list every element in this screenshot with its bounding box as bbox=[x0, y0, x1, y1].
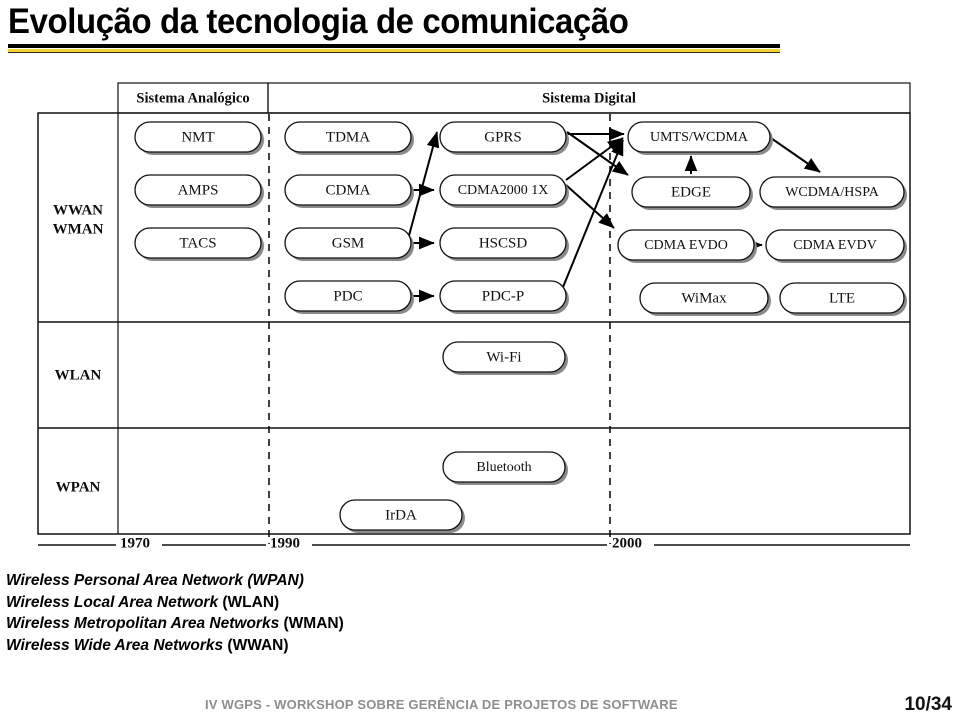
row-label-wpan: WPAN bbox=[56, 479, 101, 495]
node-tdma-label: TDMA bbox=[326, 129, 370, 145]
node-pdcp[interactable]: PDC-P bbox=[439, 280, 569, 314]
node-lte[interactable]: LTE bbox=[779, 282, 907, 316]
node-tacs[interactable]: TACS bbox=[134, 227, 264, 261]
acronym-legend: Wireless Personal Area Network (WPAN) Wi… bbox=[6, 570, 566, 656]
legend-line-wpan: Wireless Personal Area Network (WPAN) bbox=[6, 570, 566, 592]
row-label-wman: WMAN bbox=[53, 221, 104, 237]
divider-black-bar bbox=[8, 44, 780, 48]
node-cdma-label: CDMA bbox=[325, 182, 370, 198]
column-header-digital-label: Sistema Digital bbox=[542, 90, 636, 106]
node-wcdma-hspa[interactable]: WCDMA/HSPA bbox=[759, 176, 907, 210]
node-wimax[interactable]: WiMax bbox=[639, 282, 771, 316]
node-nmt[interactable]: NMT bbox=[134, 121, 264, 155]
footer-event-name: IV WGPS - WORKSHOP SOBRE GERÊNCIA DE PRO… bbox=[205, 697, 678, 712]
divider-hairline bbox=[8, 52, 780, 53]
node-hscsd[interactable]: HSCSD bbox=[439, 227, 569, 261]
node-wcdma-hspa-label: WCDMA/HSPA bbox=[785, 185, 880, 200]
legend-wwan-italic: Wireless Wide Area Networks bbox=[6, 636, 228, 654]
row-label-wpan-text: WPAN bbox=[56, 479, 101, 495]
row-label-wlan-text: WLAN bbox=[55, 367, 102, 383]
node-nmt-label: NMT bbox=[181, 129, 214, 145]
row-label-wwan: WWAN bbox=[53, 202, 103, 218]
legend-line-wwan: Wireless Wide Area Networks (WWAN) bbox=[6, 635, 566, 657]
node-hscsd-label: HSCSD bbox=[479, 235, 528, 251]
legend-wwan-roman: (WWAN) bbox=[227, 636, 289, 654]
node-umts-wcdma[interactable]: UMTS/WCDMA bbox=[627, 121, 773, 155]
row-label-wwan-wman: WWAN WMAN bbox=[53, 202, 104, 237]
node-bluetooth-label: Bluetooth bbox=[476, 460, 531, 475]
node-wifi-label: Wi-Fi bbox=[486, 349, 521, 365]
edge-gprs-to-edge bbox=[566, 131, 629, 176]
node-irda[interactable]: IrDA bbox=[339, 499, 465, 533]
node-gprs[interactable]: GPRS bbox=[439, 121, 569, 155]
node-edge-label: EDGE bbox=[671, 184, 711, 200]
node-cdma-evdv-label: CDMA EVDV bbox=[793, 238, 877, 253]
node-cdma2000-label: CDMA2000 1X bbox=[458, 183, 549, 198]
slide-footer: IV WGPS - WORKSHOP SOBRE GERÊNCIA DE PRO… bbox=[0, 694, 960, 721]
column-header-analog: Sistema Analógico bbox=[136, 90, 249, 106]
node-amps[interactable]: AMPS bbox=[134, 174, 264, 208]
node-umts-wcdma-label: UMTS/WCDMA bbox=[650, 130, 749, 145]
node-wimax-label: WiMax bbox=[681, 290, 727, 306]
legend-wman-italic: Wireless Metropolitan Area Networks bbox=[6, 615, 284, 632]
node-tacs-label: TACS bbox=[179, 235, 216, 251]
legend-wlan-italic: Wireless Local Area Network bbox=[6, 593, 223, 611]
node-amps-label: AMPS bbox=[178, 182, 219, 198]
timeline-year-1970: 1970 bbox=[120, 535, 150, 551]
timeline-year-2000: 2000 bbox=[612, 535, 642, 551]
node-pdc-label: PDC bbox=[333, 288, 362, 304]
diagram-nodes: NMT AMPS TACS TDMA CDMA GSM PDC GPRS CDM… bbox=[134, 121, 907, 533]
node-cdma[interactable]: CDMA bbox=[284, 174, 414, 208]
column-header-analog-label: Sistema Analógico bbox=[136, 90, 249, 106]
node-cdma2000[interactable]: CDMA2000 1X bbox=[439, 174, 569, 208]
node-irda-label: IrDA bbox=[385, 507, 417, 523]
legend-wlan-roman: (WLAN) bbox=[222, 593, 280, 611]
node-edge[interactable]: EDGE bbox=[631, 176, 753, 210]
legend-line-wman: Wireless Metropolitan Area Networks (WMA… bbox=[6, 613, 566, 635]
node-gprs-label: GPRS bbox=[484, 129, 522, 145]
edge-umts-to-hspa bbox=[767, 135, 821, 173]
node-cdma-evdo-label: CDMA EVDO bbox=[644, 238, 728, 253]
title-divider bbox=[8, 44, 780, 53]
node-lte-label: LTE bbox=[829, 290, 855, 306]
footer-page-number: 10/34 bbox=[904, 694, 952, 715]
node-gsm[interactable]: GSM bbox=[284, 227, 414, 261]
node-tdma[interactable]: TDMA bbox=[284, 121, 414, 155]
node-wifi[interactable]: Wi-Fi bbox=[442, 341, 568, 375]
diagram-edges bbox=[406, 127, 821, 303]
legend-wpan-italic: Wireless Personal Area Network (WPAN) bbox=[6, 572, 304, 589]
page-title: Evolução da tecnologia de comunicação bbox=[8, 2, 629, 41]
node-bluetooth[interactable]: Bluetooth bbox=[442, 451, 568, 485]
legend-line-wlan: Wireless Local Area Network (WLAN) bbox=[6, 592, 566, 614]
timeline-year-1990: 1990 bbox=[270, 535, 300, 551]
node-cdma-evdo[interactable]: CDMA EVDO bbox=[617, 229, 757, 263]
node-gsm-label: GSM bbox=[332, 235, 365, 251]
legend-wman-roman: (WMAN) bbox=[283, 615, 344, 632]
timeline-axis: 1970 1990 2000 bbox=[38, 535, 910, 551]
row-label-wlan: WLAN bbox=[55, 367, 102, 383]
edge-pdcp-to-umts bbox=[560, 139, 624, 293]
column-header-digital: Sistema Digital bbox=[542, 90, 636, 106]
technology-evolution-diagram: Sistema Analógico Sistema Digital WWAN W… bbox=[0, 70, 960, 560]
node-cdma-evdv[interactable]: CDMA EVDV bbox=[765, 229, 907, 263]
node-pdcp-label: PDC-P bbox=[482, 288, 525, 304]
node-pdc[interactable]: PDC bbox=[284, 280, 414, 314]
